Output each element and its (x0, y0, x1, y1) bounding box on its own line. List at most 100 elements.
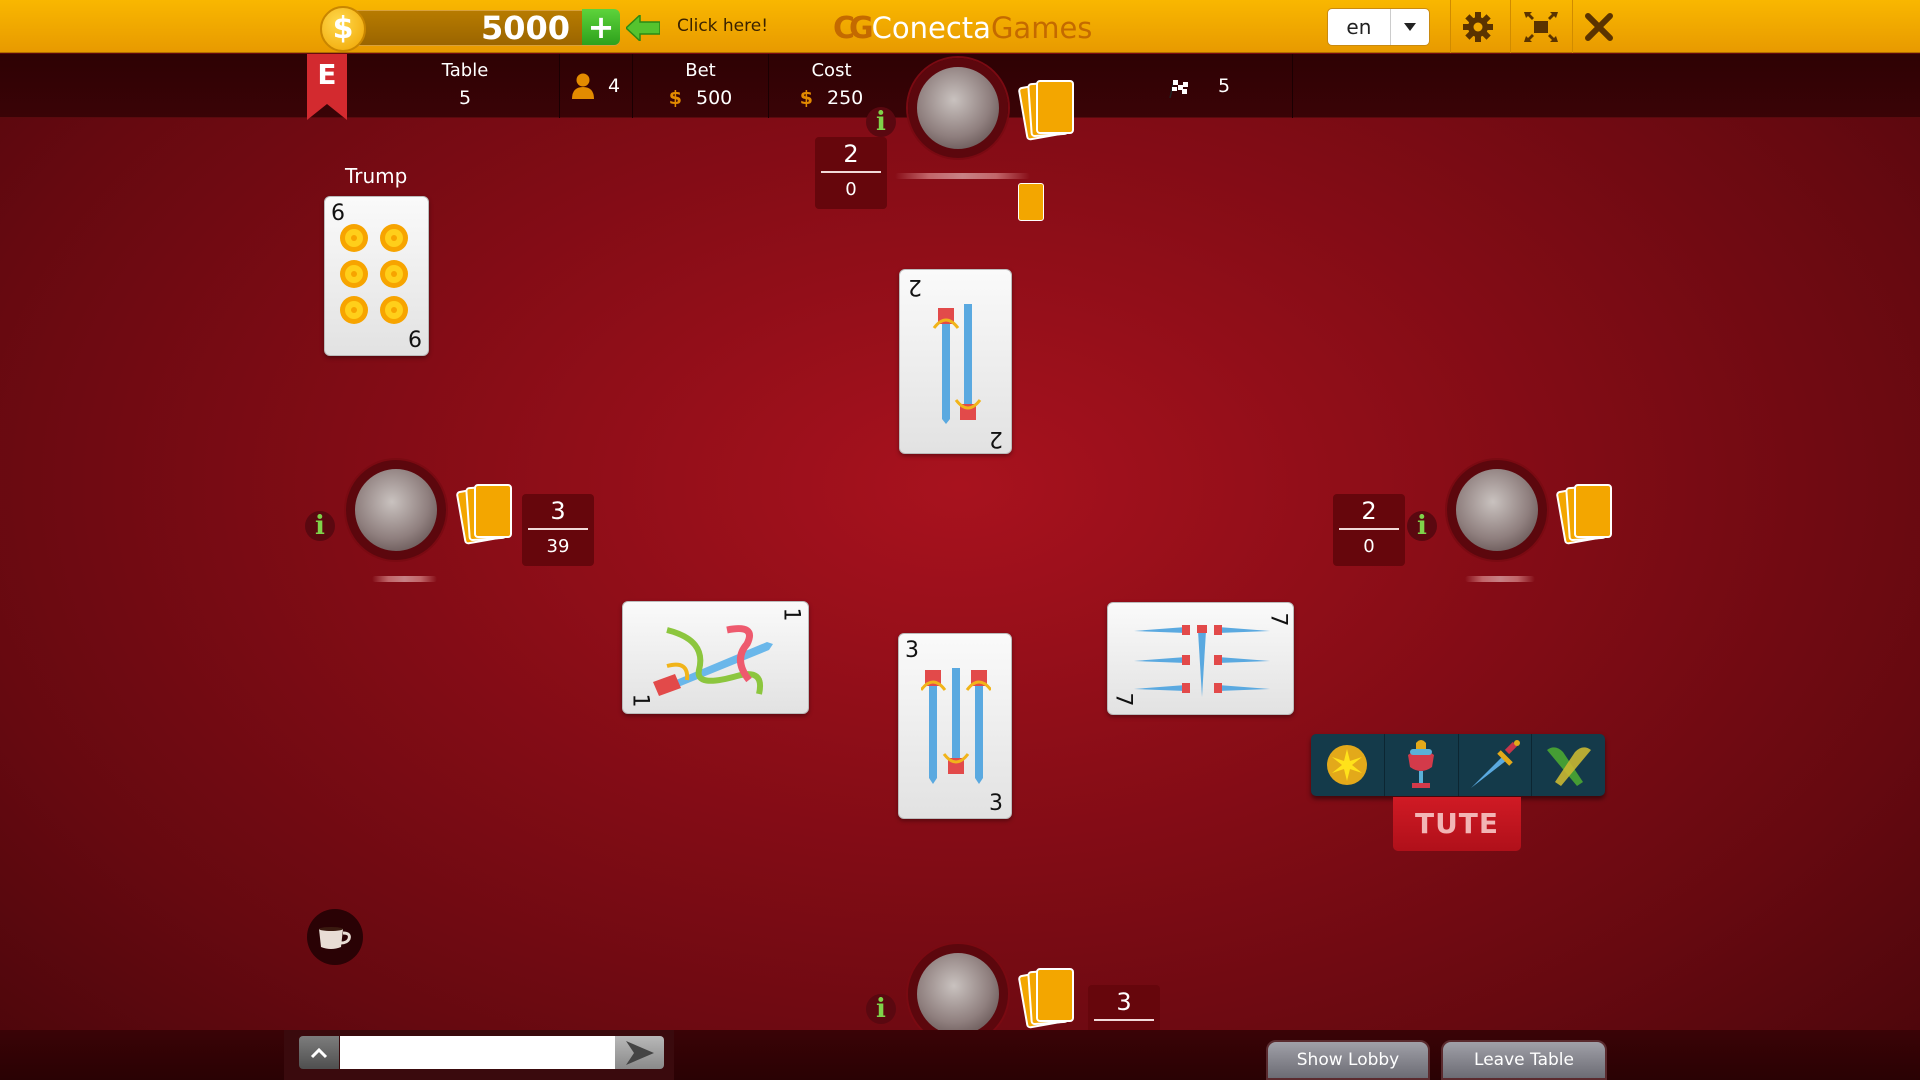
divider (1510, 0, 1511, 53)
card-rank: 7 (1110, 692, 1136, 707)
fullscreen-icon[interactable] (1518, 5, 1564, 49)
player-avatar-top[interactable] (908, 58, 1008, 158)
bet-label: Bet (685, 60, 716, 81)
score-points: 0 (845, 179, 857, 200)
bet-info: Bet $500 (633, 54, 768, 118)
logo-mark: CG (833, 10, 874, 46)
suit-button-copas[interactable] (1385, 734, 1459, 796)
show-lobby-button[interactable]: Show Lobby (1266, 1040, 1430, 1080)
player-name-right (1465, 576, 1535, 582)
player-avatar-right[interactable] (1447, 460, 1547, 560)
language-value: en (1346, 15, 1372, 39)
espadas-suit-icon (932, 304, 982, 424)
table-label: Table (441, 60, 489, 81)
chat-input[interactable] (340, 1036, 615, 1069)
divider (1292, 54, 1293, 118)
tute-button[interactable]: TUTE (1393, 797, 1521, 851)
score-tricks: 2 (843, 140, 859, 168)
settings-icon[interactable] (1455, 5, 1501, 49)
logo: CG Conecta Games (833, 8, 1092, 48)
send-button[interactable] (615, 1036, 664, 1069)
add-coins-button[interactable]: + (582, 9, 620, 45)
game-table: $ 5000 + Click here! CG Conecta Games en… (0, 0, 1920, 1080)
chevron-up-icon (310, 1047, 328, 1058)
language-select[interactable]: en (1327, 8, 1430, 46)
player-score-right: 2 0 (1333, 494, 1405, 566)
trump-label: Trump (345, 164, 408, 188)
cards-in-hand-icon (455, 484, 516, 545)
arrow-left-icon (626, 15, 660, 41)
player-info-icon[interactable]: i (1407, 511, 1437, 541)
cost-value: 250 (826, 87, 864, 109)
score-points: 39 (546, 536, 570, 557)
oros-icon (1327, 745, 1368, 785)
player-info-icon[interactable]: i (305, 511, 335, 541)
played-card-right: 7 7 (1107, 602, 1294, 715)
player-name-left (372, 576, 437, 582)
coin-icon: $ (320, 6, 366, 52)
dollar-icon: $ (668, 87, 682, 109)
dealer-card-icon (1018, 183, 1044, 221)
score-tricks: 2 (1361, 497, 1377, 525)
score-tricks: 3 (550, 497, 566, 525)
rounds-value: 5 (1218, 75, 1231, 97)
cards-in-hand-icon (1017, 80, 1078, 141)
away-button[interactable] (307, 909, 363, 965)
chevron-down-icon[interactable] (1389, 9, 1429, 45)
player-score-top: 2 0 (815, 137, 887, 209)
cost-label: Cost (811, 60, 852, 81)
espadas-icon (1470, 740, 1520, 788)
dollar-icon: $ (799, 87, 813, 109)
player-avatar-bottom[interactable] (908, 944, 1008, 1044)
espadas-suit-icon (921, 668, 991, 784)
bastos-icon (1546, 747, 1591, 786)
send-icon (625, 1040, 654, 1065)
suit-button-oros[interactable] (1311, 734, 1385, 796)
player-count: 4 (560, 54, 632, 118)
suit-button-bastos[interactable] (1532, 734, 1605, 796)
user-icon (571, 73, 594, 99)
table-number: Table 5 (370, 54, 560, 118)
oros-suit-icon (340, 224, 408, 324)
espadas-suit-icon (653, 625, 773, 696)
bet-value: 500 (695, 87, 733, 109)
coffee-cup-icon (319, 927, 351, 949)
suit-selector (1311, 734, 1605, 796)
table-value: 5 (458, 87, 472, 109)
player-avatar-left[interactable] (346, 460, 446, 560)
score-tricks: 3 (1116, 988, 1132, 1016)
score-points: 0 (1363, 536, 1375, 557)
badge-letter: E (317, 58, 336, 91)
played-card-left: 1 1 (622, 601, 809, 714)
trump-card: 6 6 (324, 196, 429, 356)
card-rank: 2 (989, 426, 1003, 451)
chat-expand-button[interactable] (299, 1036, 339, 1069)
bookmark-badge: E (307, 54, 347, 120)
divider (1450, 0, 1451, 53)
checkered-flag-icon (1169, 79, 1188, 98)
player-info-icon[interactable]: i (866, 107, 896, 137)
suit-button-espadas[interactable] (1459, 734, 1533, 796)
card-rank: 3 (989, 791, 1003, 816)
leave-table-button[interactable]: Leave Table (1441, 1040, 1607, 1080)
close-icon[interactable] (1576, 5, 1622, 49)
played-card-top: 2 2 (899, 269, 1012, 454)
played-card-bottom: 3 3 (898, 633, 1012, 819)
player-count-value: 4 (607, 75, 621, 97)
coin-balance: 5000 (480, 9, 570, 47)
logo-text-2: Games (990, 11, 1093, 45)
cards-in-hand-icon (1555, 484, 1616, 545)
divider (1572, 0, 1573, 53)
card-rank: 1 (627, 693, 653, 708)
logo-text-1: Conecta (871, 11, 991, 45)
copas-icon (1408, 740, 1435, 788)
card-rank: 3 (905, 638, 919, 663)
card-rank: 2 (908, 274, 922, 299)
player-score-left: 3 39 (522, 494, 594, 566)
player-name-top (895, 173, 1030, 179)
card-rank: 6 (408, 328, 422, 353)
espadas-suit-icon (1134, 625, 1270, 697)
player-info-icon[interactable]: i (866, 994, 896, 1024)
click-here-link[interactable]: Click here! (677, 16, 768, 36)
cards-in-hand-icon (1017, 968, 1078, 1029)
